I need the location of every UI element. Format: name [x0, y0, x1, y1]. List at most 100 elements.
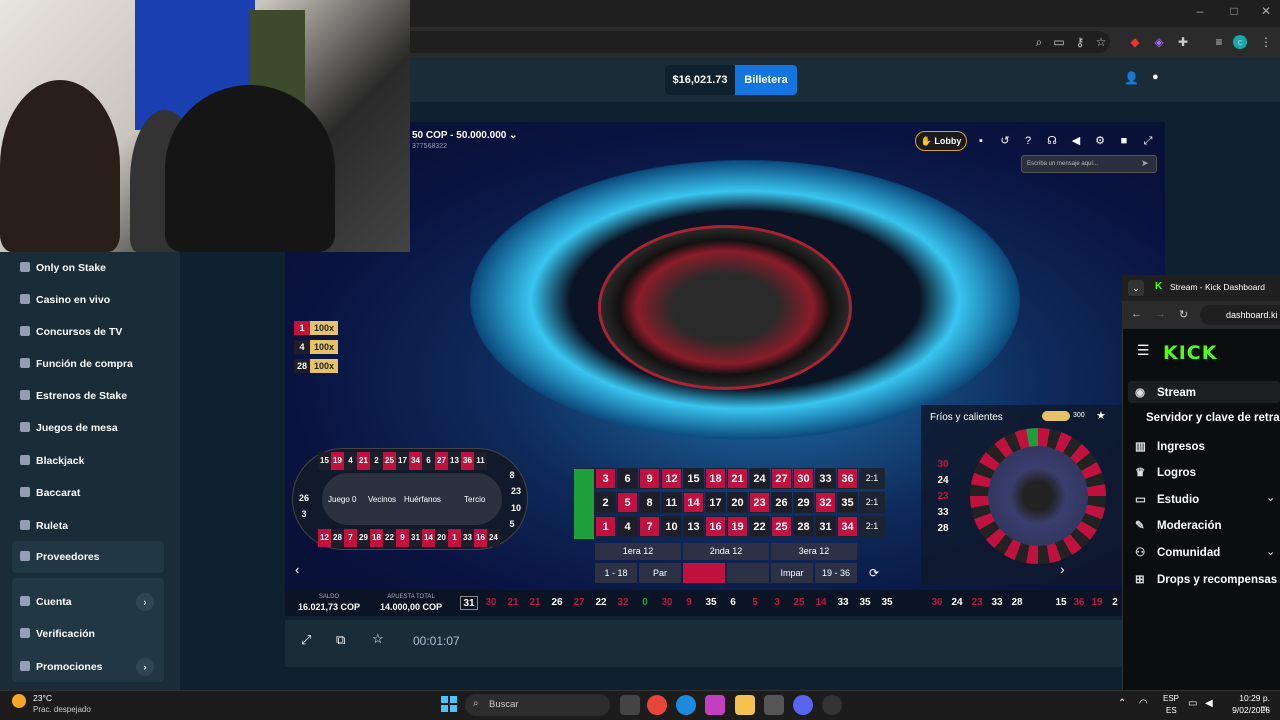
bet-number[interactable]: 29	[793, 492, 814, 513]
bet-number[interactable]: 5	[617, 492, 638, 513]
task-view-icon[interactable]	[620, 695, 640, 715]
send-icon[interactable]: ➤	[1141, 158, 1149, 169]
back-icon[interactable]: ←	[1131, 308, 1142, 320]
chevron-right-icon[interactable]: ›	[136, 593, 154, 611]
chat-bubble-icon[interactable]: ▪	[973, 133, 989, 149]
racetrack-number[interactable]: 15	[318, 452, 331, 470]
bet-number[interactable]: 28	[793, 516, 814, 537]
bookmark-star-icon[interactable]: ☆	[1092, 33, 1110, 51]
cast-icon[interactable]: ▭	[1050, 33, 1068, 51]
bet-odd[interactable]: Impar	[771, 563, 813, 583]
racetrack-section-huerfanos[interactable]: Huérfanos	[404, 495, 441, 504]
racetrack-number[interactable]: 17	[396, 452, 409, 470]
bet-number[interactable]: 12	[661, 468, 682, 489]
bet-range-dropdown[interactable]: 50 COP - 50.000.000 ⌄	[412, 130, 518, 141]
favorite-star-icon[interactable]: ★	[1096, 409, 1106, 422]
bet-number[interactable]: 6	[617, 468, 638, 489]
url-field[interactable]	[410, 31, 1110, 53]
racetrack-section-vecinos[interactable]: Vecinos	[368, 495, 396, 504]
kick-nav-logros[interactable]: ♛ Logros	[1135, 465, 1280, 479]
kick-nav-stream[interactable]: ◉ Stream	[1135, 385, 1280, 399]
bet-number[interactable]: 15	[683, 468, 704, 489]
extension-icon[interactable]: ◆	[1126, 33, 1144, 51]
kick-nav-ingresos[interactable]: ▥ Ingresos	[1135, 439, 1280, 453]
kick-nav-comunidad[interactable]: ⚇ Comunidad	[1135, 545, 1280, 559]
racetrack-number[interactable]: 1	[448, 529, 461, 547]
sidebar-item-blackjack[interactable]: Blackjack	[12, 445, 164, 477]
chrome-icon[interactable]	[647, 695, 667, 715]
bet-number[interactable]: 19	[727, 516, 748, 537]
racetrack-number[interactable]: 4	[344, 452, 357, 470]
app-icon[interactable]	[822, 695, 842, 715]
racetrack-section-juego0[interactable]: Juego 0	[328, 495, 356, 504]
sidebar-item-juegos-mesa[interactable]: Juegos de mesa	[12, 412, 164, 444]
bet-low[interactable]: 1 - 18	[595, 563, 637, 583]
bet-column[interactable]: 2:1	[859, 468, 885, 489]
bet-number[interactable]: 16	[705, 516, 726, 537]
chevron-down-icon[interactable]: ⌄	[1128, 280, 1144, 296]
settings-icon[interactable]: ⚙	[1092, 133, 1108, 149]
camera-icon[interactable]: ■	[1116, 133, 1132, 149]
sidebar-item-ruleta[interactable]: Ruleta	[12, 510, 164, 542]
bet-number[interactable]: 34	[837, 516, 858, 537]
bet-number[interactable]: 26	[771, 492, 792, 513]
wallet-button[interactable]: Billetera	[735, 65, 797, 95]
history-icon[interactable]: ↺	[997, 133, 1013, 149]
media-icon[interactable]: ≡	[1210, 33, 1228, 51]
forward-icon[interactable]: →	[1155, 308, 1166, 320]
bet-number[interactable]: 25	[771, 516, 792, 537]
sidebar-item-funcion-compra[interactable]: Función de compra	[12, 348, 164, 380]
bet-black[interactable]	[727, 563, 769, 583]
headset-icon[interactable]: ☊	[1044, 133, 1060, 149]
user-icon[interactable]: 👤	[1124, 71, 1139, 85]
racetrack-number[interactable]: 7	[344, 529, 357, 547]
racetrack-number[interactable]: 2	[370, 452, 383, 470]
bet-number[interactable]: 13	[683, 516, 704, 537]
favorite-star-icon[interactable]: ☆	[372, 631, 384, 647]
racetrack-number[interactable]: 33	[461, 529, 474, 547]
racetrack-number[interactable]: 31	[409, 529, 422, 547]
chat-icon[interactable]: ●	[1152, 71, 1166, 85]
bet-number[interactable]: 3	[595, 468, 616, 489]
sidebar-item-estrenos[interactable]: Estrenos de Stake	[12, 380, 164, 412]
repeat-icon[interactable]: ⟳	[864, 563, 884, 583]
key-icon[interactable]: ⚷	[1071, 33, 1089, 51]
racetrack-number[interactable]: 5	[504, 519, 520, 529]
help-icon[interactable]: ?	[1020, 133, 1036, 149]
sidebar-item-baccarat[interactable]: Baccarat	[12, 477, 164, 509]
racetrack-number[interactable]: 14	[422, 529, 435, 547]
fullscreen-icon[interactable]: ⤢	[301, 632, 311, 648]
racetrack-number[interactable]: 6	[422, 452, 435, 470]
racetrack-number[interactable]: 9	[396, 529, 409, 547]
weather-temp[interactable]: 23°C	[33, 693, 52, 703]
bet-number[interactable]: 17	[705, 492, 726, 513]
chevron-right-icon[interactable]: ›	[1060, 561, 1065, 577]
racetrack-number[interactable]: 13	[448, 452, 461, 470]
zoom-icon[interactable]: ⌕	[1030, 33, 1048, 51]
hamburger-menu-icon[interactable]: ☰	[1137, 342, 1150, 359]
lobby-button[interactable]: ✋ Lobby	[915, 131, 967, 151]
bet-number[interactable]: 36	[837, 468, 858, 489]
file-explorer-icon[interactable]	[735, 695, 755, 715]
weather-icon[interactable]	[12, 694, 26, 708]
copilot-icon[interactable]	[705, 695, 725, 715]
sidebar-item-casino-en-vivo[interactable]: Casino en vivo	[12, 284, 164, 316]
network-icon[interactable]: ▭	[1188, 698, 1197, 709]
bet-number[interactable]: 32	[815, 492, 836, 513]
bet-number[interactable]: 22	[749, 516, 770, 537]
bet-dozen-3[interactable]: 3era 12	[771, 543, 857, 560]
volume-icon[interactable]: ◀	[1205, 698, 1213, 709]
kick-nav-moderacion[interactable]: ✎ Moderación	[1135, 518, 1280, 532]
close-icon[interactable]: ✕	[1256, 4, 1276, 22]
bet-dozen-2[interactable]: 2nda 12	[683, 543, 769, 560]
racetrack-number[interactable]: 10	[508, 503, 524, 513]
racetrack-number[interactable]: 23	[508, 486, 524, 496]
bet-column[interactable]: 2:1	[859, 516, 885, 537]
bet-even[interactable]: Par	[639, 563, 681, 583]
windows-start-icon[interactable]	[441, 696, 457, 712]
puzzle-icon[interactable]: ✚	[1174, 33, 1192, 51]
bet-number[interactable]: 18	[705, 468, 726, 489]
racetrack-number[interactable]: 26	[296, 493, 312, 503]
racetrack-number[interactable]: 8	[504, 470, 520, 480]
profile-avatar[interactable]: c	[1233, 35, 1247, 49]
